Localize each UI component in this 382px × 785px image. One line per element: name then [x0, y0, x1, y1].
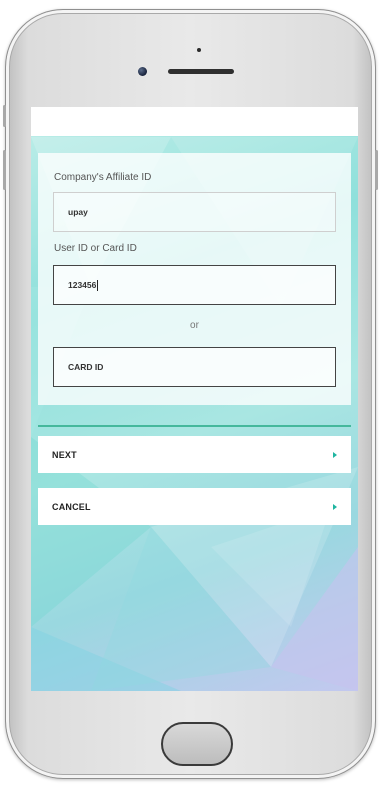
- chevron-right-icon: [333, 451, 337, 458]
- or-separator: or: [190, 320, 199, 331]
- login-card: Company's Affiliate ID upay User ID or C…: [38, 153, 351, 405]
- home-button[interactable]: [161, 722, 233, 766]
- app-screen: Company's Affiliate ID upay User ID or C…: [31, 107, 358, 691]
- volume-button: [3, 150, 6, 190]
- affiliate-id-value: upay: [68, 207, 88, 217]
- next-button[interactable]: NEXT: [38, 436, 351, 473]
- next-label: NEXT: [52, 449, 77, 460]
- user-id-label: User ID or Card ID: [54, 243, 137, 254]
- card-id-field[interactable]: CARD ID: [53, 347, 336, 387]
- cancel-button[interactable]: CANCEL: [38, 488, 351, 525]
- accent-divider: [38, 425, 351, 427]
- text-cursor: [97, 279, 99, 291]
- chevron-right-icon: [333, 503, 337, 510]
- power-button: [375, 150, 378, 190]
- card-id-placeholder: CARD ID: [68, 362, 104, 372]
- cancel-label: CANCEL: [52, 501, 91, 512]
- volume-button: [3, 105, 6, 127]
- speaker-grille: [168, 69, 234, 74]
- status-bar: [31, 107, 358, 136]
- camera-icon: [138, 67, 147, 76]
- user-id-field[interactable]: 123456: [53, 265, 336, 305]
- affiliate-id-label: Company's Affiliate ID: [54, 172, 152, 183]
- user-id-value: 123456: [68, 280, 97, 290]
- proximity-sensor: [197, 48, 201, 52]
- affiliate-id-field[interactable]: upay: [53, 192, 336, 232]
